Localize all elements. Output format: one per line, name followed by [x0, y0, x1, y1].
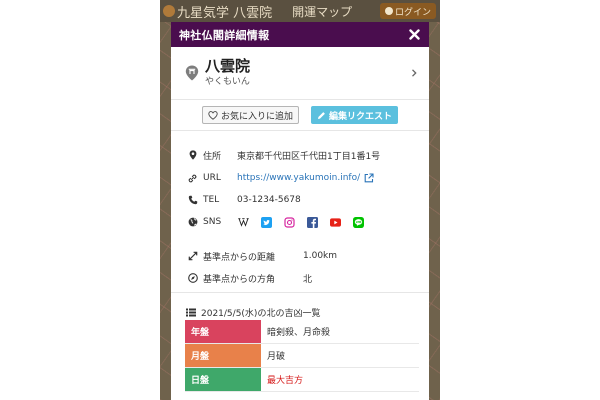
tel-value: 03-1234-5678	[237, 195, 301, 205]
sns-row: SNS	[187, 215, 364, 229]
twitter-icon[interactable]	[261, 216, 272, 228]
sns-label: SNS	[203, 217, 222, 227]
link-icon	[187, 173, 198, 184]
resize-arrows-icon	[187, 251, 198, 262]
site-title: 九星気学 八雲院	[177, 5, 273, 21]
fortune-row-year: 年盤 暗剣殺、月命殺	[185, 320, 419, 344]
heart-icon	[208, 110, 218, 120]
pencil-icon	[318, 111, 325, 119]
globe-icon	[187, 217, 198, 228]
website-link[interactable]: https://www.yakumoin.info/	[237, 173, 360, 183]
screen: 九星気学 八雲院 開運マップ ログイン 神社仏閣詳細情報 八雲院 やくもいん お…	[0, 0, 600, 400]
distance-row: 基準点からの距離 1.00km	[187, 249, 337, 263]
wikipedia-icon[interactable]	[238, 217, 249, 228]
action-buttons: お気に入りに追加 編集リクエスト	[171, 100, 429, 131]
add-favorite-label: お気に入りに追加	[220, 111, 293, 122]
direction-row: 基準点からの方角 北	[187, 271, 312, 285]
fortune-row-day: 日盤 最大吉方	[185, 368, 419, 392]
modal-header: 神社仏閣詳細情報	[171, 22, 429, 47]
close-icon	[408, 29, 420, 40]
add-favorite-button[interactable]: お気に入りに追加	[201, 106, 299, 124]
fortune-heading: 2021/5/5(水)の北の吉凶一覧	[185, 305, 320, 319]
address-row: 住所 東京都千代田区千代田1丁目1番1号	[187, 148, 380, 162]
external-link-icon[interactable]	[364, 173, 374, 183]
shrine-name: 八雲院	[205, 57, 251, 75]
login-label: ログイン	[394, 7, 431, 18]
line-icon[interactable]	[353, 216, 364, 228]
fortune-label-year: 年盤	[185, 320, 261, 343]
fortune-value-day: 最大吉方	[267, 376, 304, 386]
shrine-pin-icon	[185, 65, 199, 81]
facebook-icon[interactable]	[307, 216, 318, 228]
close-button[interactable]	[407, 28, 421, 42]
section-divider	[171, 292, 429, 293]
fortune-label-month: 月盤	[185, 344, 261, 367]
login-button[interactable]: ログイン	[379, 3, 436, 19]
fortune-value-year: 暗剣殺、月命殺	[267, 328, 331, 338]
distance-label: 基準点からの距離	[203, 252, 276, 263]
fortune-heading-text: 2021/5/5(水)の北の吉凶一覧	[201, 308, 321, 319]
compass-icon	[187, 273, 198, 284]
list-icon	[185, 307, 196, 318]
url-row: URL https://www.yakumoin.info/	[187, 171, 374, 185]
fortune-table: 年盤 暗剣殺、月命殺 月盤 月破 日盤 最大吉方	[185, 320, 419, 392]
edit-request-label: 編集リクエスト	[329, 111, 393, 122]
phone-icon	[187, 195, 198, 206]
url-label: URL	[203, 173, 221, 183]
direction-label: 基準点からの方角	[203, 274, 276, 285]
chevron-right-icon	[412, 69, 417, 77]
edit-request-button[interactable]: 編集リクエスト	[311, 106, 399, 124]
site-logo	[163, 5, 175, 17]
modal-title: 神社仏閣詳細情報	[179, 28, 270, 42]
background-header: 九星気学 八雲院 開運マップ ログイン	[160, 0, 440, 22]
youtube-icon[interactable]	[330, 217, 341, 228]
shrine-names: 八雲院 やくもいん	[205, 57, 409, 89]
map-label: 開運マップ	[292, 4, 353, 19]
direction-value: 北	[303, 274, 313, 285]
shrine-reading: やくもいん	[205, 77, 250, 87]
address-value: 東京都千代田区千代田1丁目1番1号	[237, 151, 381, 162]
address-label: 住所	[203, 151, 222, 162]
fortune-value-month: 月破	[267, 352, 286, 362]
tel-row: TEL 03-1234-5678	[187, 193, 301, 207]
instagram-icon[interactable]	[284, 216, 295, 228]
sns-icon-list	[238, 216, 364, 228]
distance-value: 1.00km	[303, 251, 338, 261]
fortune-row-month: 月盤 月破	[185, 344, 419, 368]
login-icon	[384, 7, 393, 15]
shrine-detail-modal: 神社仏閣詳細情報 八雲院 やくもいん お気に入りに追加 編集リクエスト 住所 東…	[171, 22, 429, 400]
map-marker-icon	[187, 150, 198, 161]
shrine-summary-row[interactable]: 八雲院 やくもいん	[171, 47, 429, 100]
tel-label: TEL	[203, 195, 220, 205]
fortune-label-day: 日盤	[185, 368, 261, 391]
